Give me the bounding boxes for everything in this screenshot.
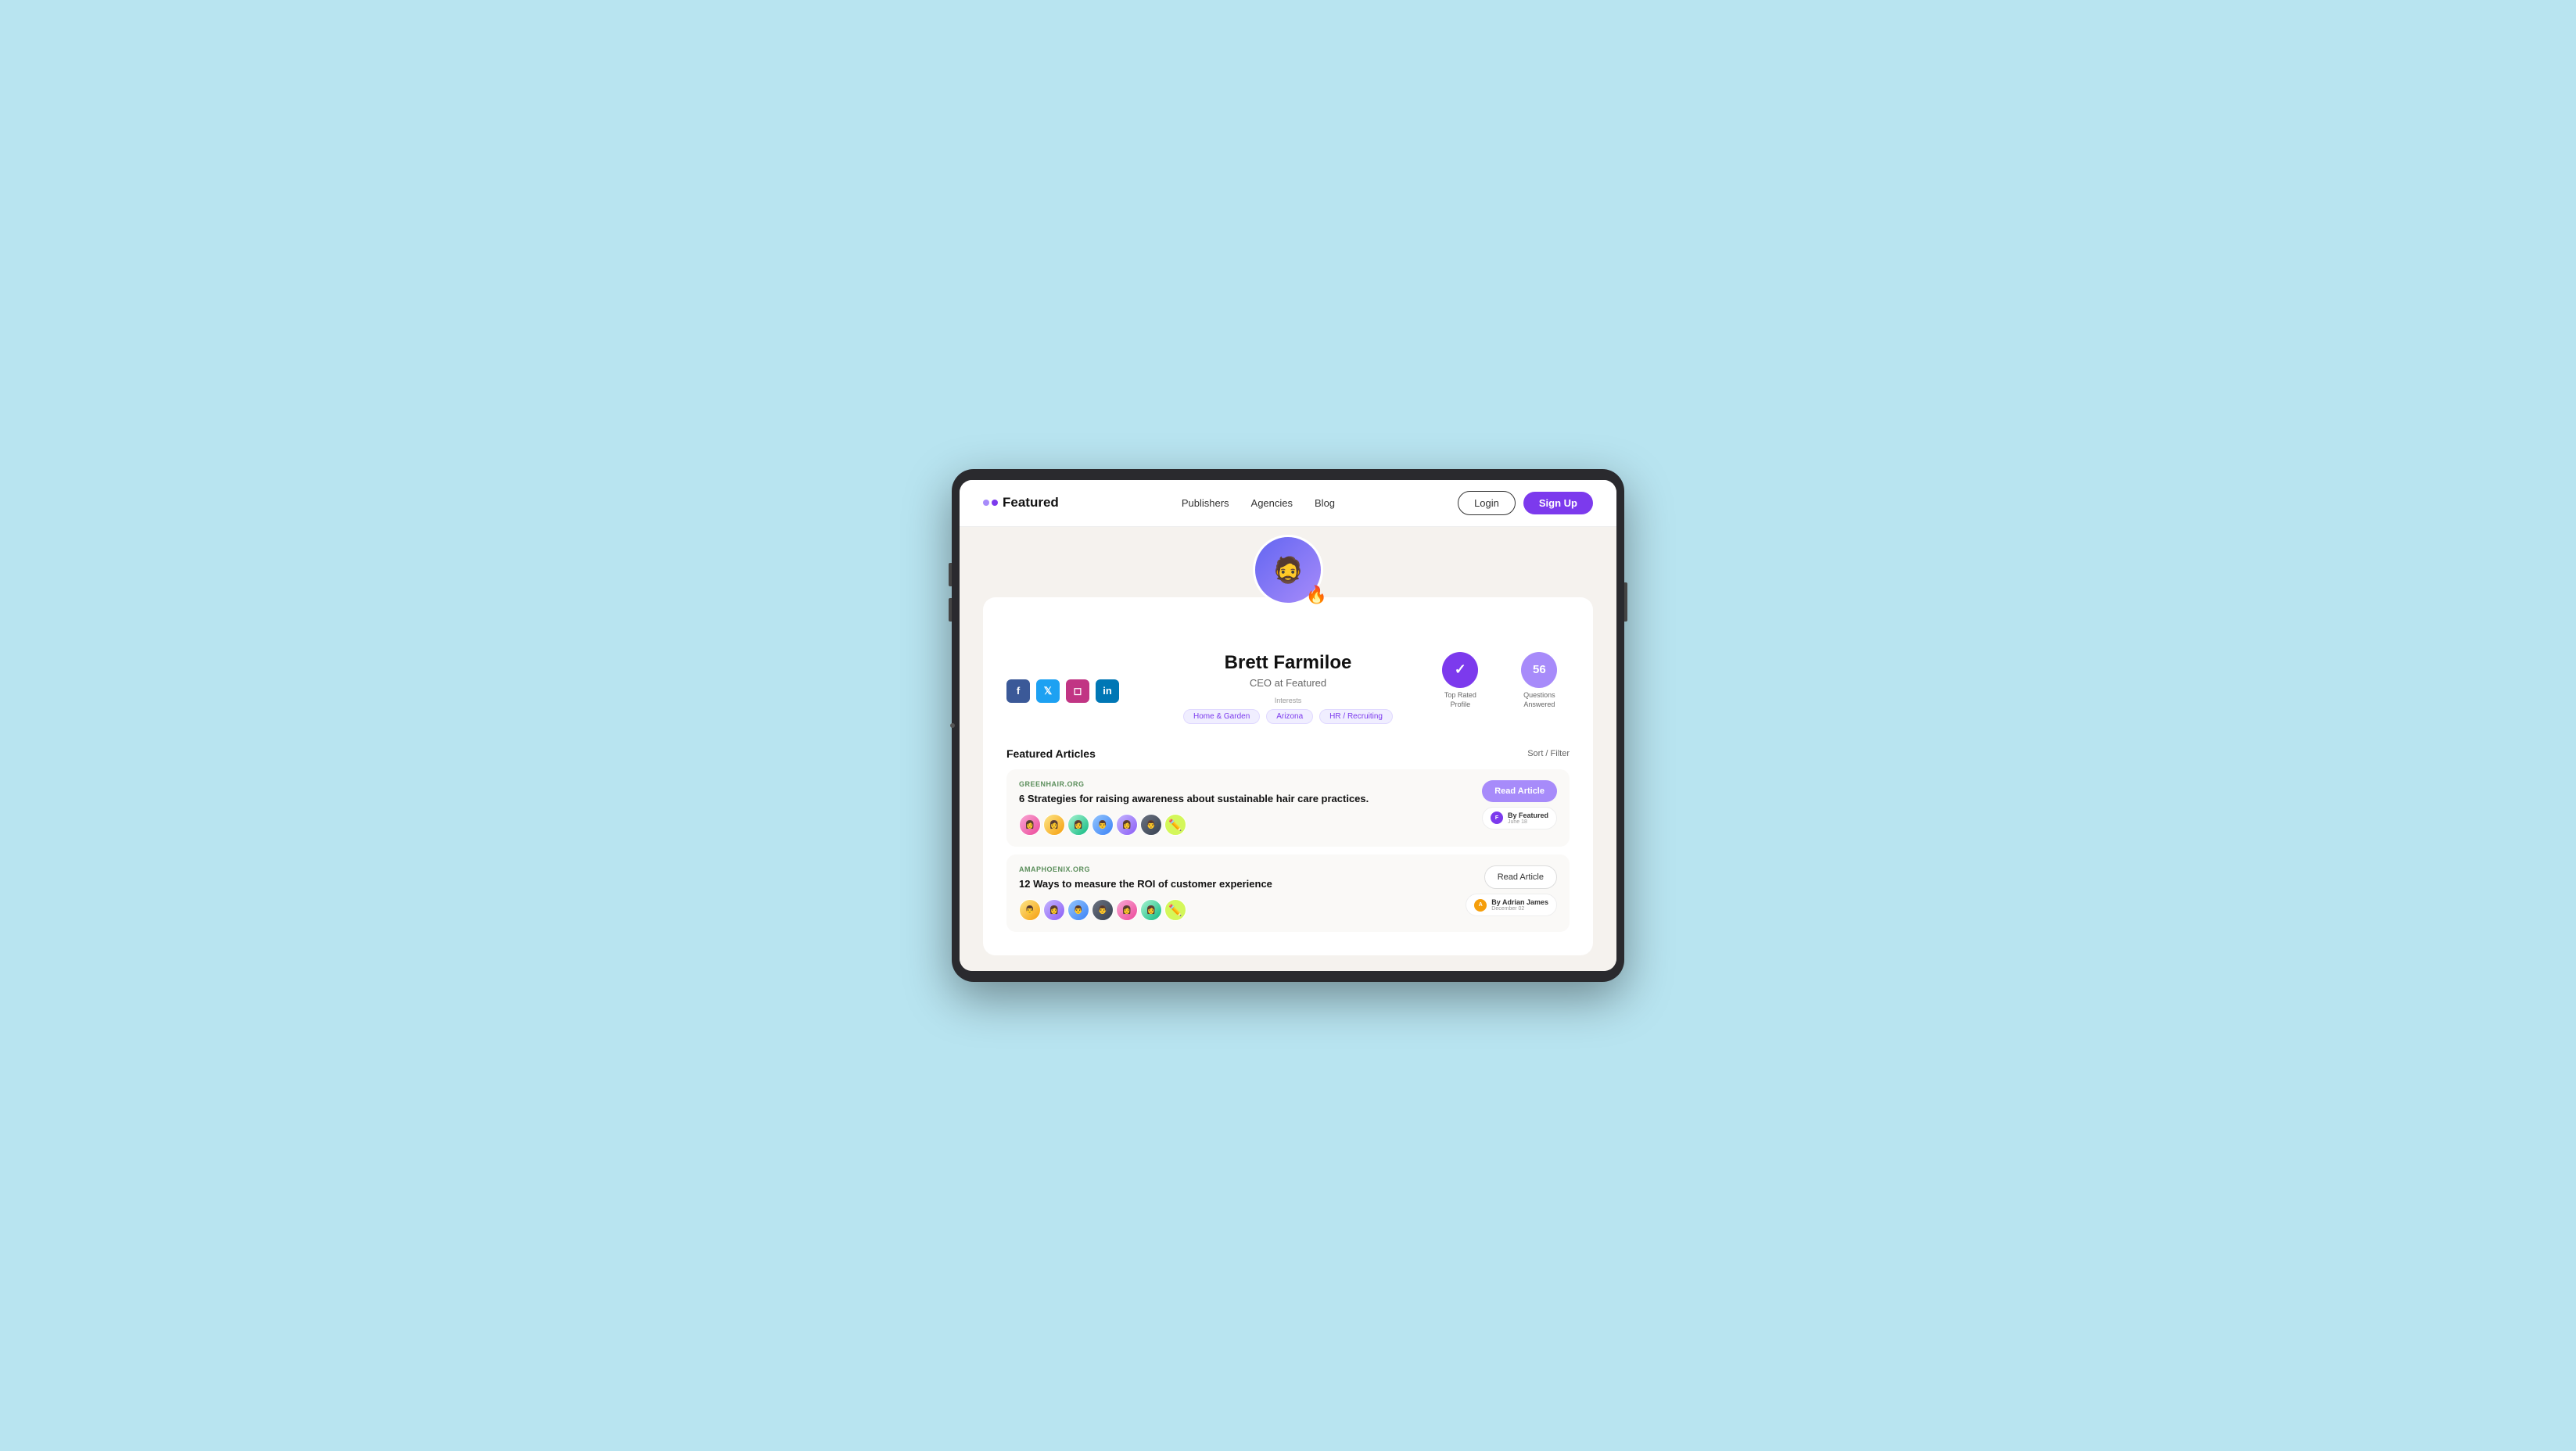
profile-title: CEO at Featured — [1153, 677, 1423, 689]
publisher-name-2: By Adrian James — [1491, 898, 1548, 906]
articles-header: Featured Articles Sort / Filter — [1006, 747, 1570, 760]
tablet-frame: Featured Publishers Agencies Blog Login … — [952, 469, 1624, 982]
article-card-2: AMAPHOENIX.ORG 12 Ways to measure the RO… — [1006, 854, 1570, 932]
publisher-name-1: By Featured — [1508, 811, 1548, 819]
contributor-2-6: 👩 — [1140, 899, 1162, 921]
profile-name: Brett Farmiloe — [1153, 652, 1423, 674]
logo-text: Featured — [1003, 495, 1059, 511]
camera-icon — [950, 723, 955, 728]
contributor-2-4: 👨 — [1092, 899, 1114, 921]
contributor-2-1: 👨 — [1019, 899, 1041, 921]
contributor-2-2: 👩 — [1043, 899, 1065, 921]
signup-button[interactable]: Sign Up — [1523, 492, 1593, 514]
contributor-3: 👩 — [1067, 814, 1089, 836]
interests-label: Interests — [1153, 697, 1423, 704]
facebook-icon[interactable]: f — [1006, 679, 1030, 703]
contributor-4: 👨 — [1092, 814, 1114, 836]
volume-up-button — [949, 563, 952, 586]
publisher-badge-2: A By Adrian James December 02 — [1466, 894, 1557, 916]
contributor-pen-1: ✏️ — [1164, 814, 1186, 836]
avatar-container: 🧔 🔥 — [983, 527, 1593, 605]
top-rated-stat: ✓ Top Rated Profile — [1435, 652, 1486, 709]
contributors-2: 👨 👩 👨 👨 👩 👩 ✏️ — [1019, 899, 1456, 921]
logo-dot-left — [983, 500, 989, 506]
profile-layout: f 𝕏 ◻ in Brett Farmiloe CEO at Featured … — [1006, 652, 1570, 735]
profile-card: f 𝕏 ◻ in Brett Farmiloe CEO at Featured … — [983, 597, 1593, 955]
flame-badge: 🔥 — [1306, 585, 1327, 605]
contributor-2-3: 👨 — [1067, 899, 1089, 921]
article-title-2: 12 Ways to measure the ROI of customer e… — [1019, 877, 1456, 891]
tag-arizona[interactable]: Arizona — [1266, 709, 1313, 724]
contributors-1: 👩 👩 👩 👨 👩 👨 ✏️ — [1019, 814, 1469, 836]
contributor-5: 👩 — [1116, 814, 1138, 836]
volume-down-button — [949, 598, 952, 622]
publisher-logo-1: F — [1491, 811, 1503, 824]
profile-center: Brett Farmiloe CEO at Featured Interests… — [1153, 652, 1423, 724]
publisher-badge-1: F By Featured June 18 — [1482, 807, 1557, 829]
nav-links: Publishers Agencies Blog — [1182, 497, 1335, 509]
nav-agencies[interactable]: Agencies — [1251, 497, 1293, 509]
logo-dot-right — [992, 500, 998, 506]
contributor-6: 👨 — [1140, 814, 1162, 836]
article-info-1: GREENHAIR.ORG 6 Strategies for raising a… — [1019, 780, 1469, 836]
tag-hr-recruiting[interactable]: HR / Recruiting — [1319, 709, 1393, 724]
instagram-icon[interactable]: ◻ — [1066, 679, 1089, 703]
contributor-1: 👩 — [1019, 814, 1041, 836]
top-rated-badge: ✓ — [1442, 652, 1478, 688]
publisher-info-2: By Adrian James December 02 — [1491, 898, 1548, 912]
avatar-wrapper: 🧔 🔥 — [1253, 535, 1323, 605]
tag-home-garden[interactable]: Home & Garden — [1183, 709, 1260, 724]
nav-publishers[interactable]: Publishers — [1182, 497, 1229, 509]
read-article-button-2[interactable]: Read Article — [1484, 865, 1557, 889]
contributor-pen-2: ✏️ — [1164, 899, 1186, 921]
article-source-1: GREENHAIR.ORG — [1019, 780, 1469, 788]
questions-badge: 56 — [1521, 652, 1557, 688]
nav-blog[interactable]: Blog — [1315, 497, 1335, 509]
navigation: Featured Publishers Agencies Blog Login … — [960, 480, 1616, 527]
publisher-logo-2: A — [1474, 899, 1487, 912]
article-title-1: 6 Strategies for raising awareness about… — [1019, 792, 1469, 806]
tablet-screen: Featured Publishers Agencies Blog Login … — [960, 480, 1616, 971]
social-links: f 𝕏 ◻ in — [1006, 679, 1141, 703]
logo-dots — [983, 500, 998, 506]
article-actions-2: Read Article A By Adrian James December … — [1466, 865, 1557, 916]
article-info-2: AMAPHOENIX.ORG 12 Ways to measure the RO… — [1019, 865, 1456, 921]
profile-section: 🧔 🔥 f 𝕏 ◻ in — [960, 527, 1616, 971]
profile-stats: ✓ Top Rated Profile 56 Questions Answere… — [1435, 652, 1570, 709]
article-source-2: AMAPHOENIX.ORG — [1019, 865, 1456, 873]
article-card-1: GREENHAIR.ORG 6 Strategies for raising a… — [1006, 769, 1570, 847]
publisher-date-1: June 18 — [1508, 819, 1548, 825]
nav-actions: Login Sign Up — [1458, 491, 1593, 515]
articles-title: Featured Articles — [1006, 747, 1096, 760]
contributor-2-5: 👩 — [1116, 899, 1138, 921]
articles-section: Featured Articles Sort / Filter GREENHAI… — [1006, 735, 1570, 932]
questions-label: Questions Answered — [1509, 691, 1570, 709]
logo[interactable]: Featured — [983, 495, 1059, 511]
top-rated-label: Top Rated Profile — [1435, 691, 1486, 709]
twitter-icon[interactable]: 𝕏 — [1036, 679, 1060, 703]
interests-tags: Home & Garden Arizona HR / Recruiting — [1153, 709, 1423, 724]
publisher-date-2: December 02 — [1491, 906, 1548, 912]
read-article-button-1[interactable]: Read Article — [1482, 780, 1557, 802]
publisher-info-1: By Featured June 18 — [1508, 811, 1548, 825]
login-button[interactable]: Login — [1458, 491, 1516, 515]
sort-filter[interactable]: Sort / Filter — [1527, 749, 1570, 758]
power-button — [1624, 582, 1627, 622]
questions-stat: 56 Questions Answered — [1509, 652, 1570, 709]
linkedin-icon[interactable]: in — [1096, 679, 1119, 703]
contributor-2: 👩 — [1043, 814, 1065, 836]
article-actions-1: Read Article F By Featured June 18 — [1479, 780, 1557, 829]
